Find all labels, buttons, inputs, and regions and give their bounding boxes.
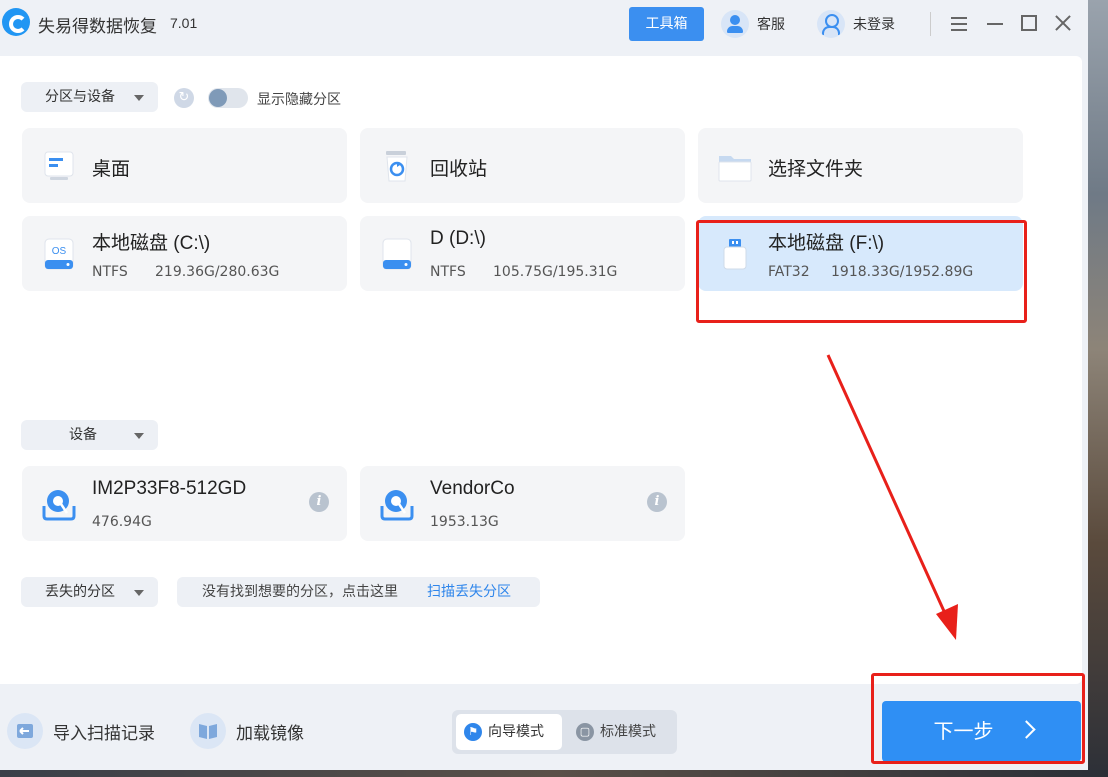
location-card-desktop[interactable]: 桌面 — [22, 128, 347, 203]
app-logo-icon — [2, 8, 30, 36]
menu-icon[interactable] — [948, 12, 970, 34]
location-label: 桌面 — [92, 159, 131, 180]
device-size: 476.94G — [92, 514, 152, 530]
annotation-highlight-drive — [696, 220, 1027, 323]
minimize-icon[interactable] — [984, 12, 1006, 34]
login-button[interactable]: 未登录 — [817, 10, 895, 38]
hard-drive-icon — [42, 490, 76, 521]
hard-drive-icon — [380, 490, 414, 521]
customer-service-button[interactable]: 客服 — [721, 10, 785, 38]
location-card-choose-folder[interactable]: 选择文件夹 — [698, 128, 1023, 203]
drive-usage: 219.36G/280.63G — [155, 264, 280, 280]
partitions-dropdown[interactable]: 分区与设备 — [21, 82, 158, 112]
desktop-background-edge — [1088, 0, 1108, 777]
title-separator — [930, 12, 931, 36]
location-label: 选择文件夹 — [768, 159, 864, 180]
chevron-down-icon — [134, 590, 144, 596]
drive-usage: 105.75G/195.31G — [493, 264, 618, 280]
close-icon[interactable] — [1052, 12, 1074, 34]
standard-mode-icon: ▢ — [576, 723, 594, 741]
info-icon[interactable]: i — [647, 492, 667, 512]
folder-icon — [718, 156, 752, 182]
standard-mode-button[interactable]: ▢ 标准模式 — [568, 714, 672, 750]
partitions-dropdown-label: 分区与设备 — [45, 89, 115, 105]
app-version: 7.01 — [170, 15, 198, 31]
drive-card-c[interactable]: OS 本地磁盘 (C:\) NTFS 219.36G/280.63G — [22, 216, 347, 291]
devices-dropdown-label: 设备 — [69, 427, 97, 443]
load-image-label: 加载镜像 — [236, 723, 304, 744]
chevron-down-icon — [134, 433, 144, 439]
show-hidden-toggle[interactable] — [208, 88, 248, 108]
lost-partitions-label: 丢失的分区 — [45, 584, 115, 600]
import-icon — [7, 713, 43, 749]
login-label: 未登录 — [853, 17, 895, 33]
os-disk-icon: OS — [44, 238, 74, 270]
chevron-down-icon — [134, 95, 144, 101]
refresh-icon[interactable]: ↻ — [174, 88, 194, 108]
toggle-knob — [209, 89, 227, 107]
headset-icon — [721, 10, 749, 38]
recycle-bin-icon — [386, 151, 408, 182]
book-icon — [190, 713, 226, 749]
location-card-recycle-bin[interactable]: 回收站 — [360, 128, 685, 203]
drive-card-d[interactable]: D (D:\) NTFS 105.75G/195.31G — [360, 216, 685, 291]
user-icon — [817, 10, 845, 38]
desktop-background-bottom — [0, 770, 1108, 777]
desktop-icon — [44, 151, 74, 180]
title-bar: 失易得数据恢复 7.01 工具箱 客服 未登录 — [0, 0, 1088, 48]
info-icon[interactable]: i — [309, 492, 329, 512]
annotation-highlight-next — [871, 673, 1085, 764]
drive-name: 本地磁盘 (C:\) — [92, 233, 211, 254]
device-name: VendorCo — [430, 478, 515, 499]
drive-filesystem: NTFS — [430, 264, 466, 280]
wizard-mode-button[interactable]: ⚑ 向导模式 — [456, 714, 562, 750]
location-label: 回收站 — [430, 159, 488, 180]
toolbox-button[interactable]: 工具箱 — [629, 7, 704, 41]
mode-switch: ⚑ 向导模式 ▢ 标准模式 — [452, 710, 677, 754]
maximize-icon[interactable] — [1018, 12, 1040, 34]
import-scan-record-button[interactable]: 导入扫描记录 — [7, 712, 155, 750]
device-size: 1953.13G — [430, 514, 499, 530]
drive-name: D (D:\) — [430, 228, 486, 249]
devices-dropdown[interactable]: 设备 — [21, 420, 158, 450]
hint-text: 没有找到想要的分区，点击这里 — [202, 584, 398, 600]
app-title: 失易得数据恢复 — [38, 17, 157, 36]
device-card[interactable]: VendorCo 1953.13G i — [360, 466, 685, 541]
wizard-mode-label: 向导模式 — [488, 724, 544, 740]
lost-partitions-dropdown[interactable]: 丢失的分区 — [21, 577, 158, 607]
device-name: IM2P33F8-512GD — [92, 478, 247, 499]
load-image-button[interactable]: 加载镜像 — [190, 712, 304, 750]
app-window: 失易得数据恢复 7.01 工具箱 客服 未登录 分区与设备 ↻ 显示隐藏分区 桌… — [0, 0, 1088, 770]
disk-icon — [382, 238, 412, 270]
scan-lost-partitions-link[interactable]: 扫描丢失分区 — [427, 577, 511, 607]
import-scan-record-label: 导入扫描记录 — [53, 723, 155, 744]
customer-service-label: 客服 — [757, 17, 785, 33]
svg-text:OS: OS — [52, 246, 67, 257]
show-hidden-label: 显示隐藏分区 — [257, 92, 341, 108]
drive-filesystem: NTFS — [92, 264, 128, 280]
flag-icon: ⚑ — [464, 723, 482, 741]
standard-mode-label: 标准模式 — [600, 724, 656, 740]
device-card[interactable]: IM2P33F8-512GD 476.94G i — [22, 466, 347, 541]
lost-partitions-hint: 没有找到想要的分区，点击这里 扫描丢失分区 — [177, 577, 540, 607]
